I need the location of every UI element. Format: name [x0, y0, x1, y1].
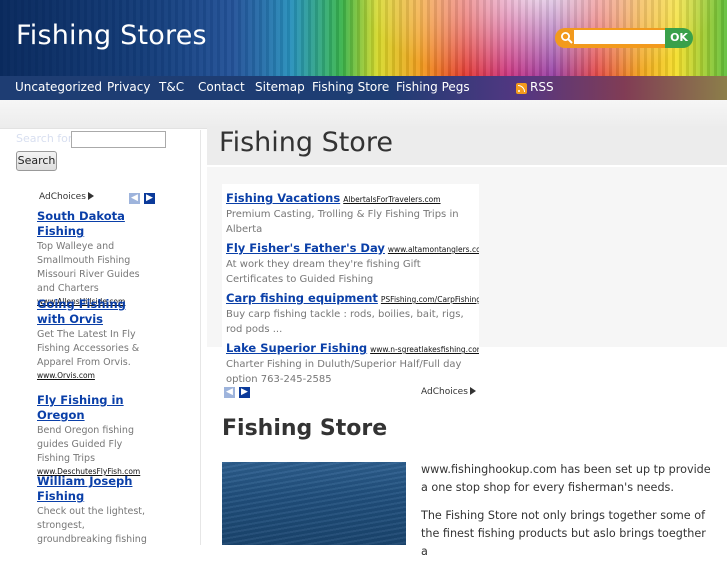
- sidebar-ad-desc: Get The Latest In Fly Fishing Accessorie…: [37, 329, 140, 368]
- nav-item-terms[interactable]: T&C: [159, 80, 184, 94]
- article-title: Fishing Store: [222, 416, 388, 441]
- sidebar-ad-item: Fly Fishing in Oregon Bend Oregon fishin…: [37, 393, 155, 477]
- sidebar-search-input[interactable]: [71, 131, 166, 148]
- nav-rss-link[interactable]: RSS: [530, 80, 554, 94]
- main-ad-title-row: Fly Fisher's Father's Day www.altamontang…: [226, 237, 479, 256]
- main-ad-url[interactable]: www.n-sgreatlakesfishing.com: [370, 345, 479, 354]
- main-ad-url[interactable]: AlbertaIsForTravelers.com: [343, 195, 440, 204]
- header-search-input[interactable]: [574, 30, 666, 44]
- adchoices-link[interactable]: AdChoices: [39, 192, 94, 202]
- main-ad-title-row: Fishing Vacations AlbertaIsForTravelers.c…: [226, 187, 476, 206]
- main-ad-url[interactable]: www.altamontanglers.com: [388, 245, 479, 254]
- main-ad-url[interactable]: PSFishing.com/CarpFishing: [381, 295, 479, 304]
- adchoices-link[interactable]: AdChoices: [421, 387, 476, 397]
- adchoices-icon: [87, 192, 94, 200]
- main-ad-title[interactable]: Lake Superior Fishing: [226, 341, 367, 355]
- rss-icon[interactable]: [516, 83, 527, 94]
- sidebar-ad-title[interactable]: Going Fishing with Orvis: [37, 297, 155, 327]
- main-ad-unit: Fishing Vacations AlbertaIsForTravelers.c…: [222, 184, 479, 398]
- header-bottom-strip: [0, 100, 727, 129]
- sea-image: [222, 462, 406, 545]
- main-ad-desc: Premium Casting, Trolling & Fly Fishing …: [226, 209, 459, 235]
- main-ad-footer: ◀ ▶ AdChoices: [222, 385, 479, 398]
- sidebar-ad-title[interactable]: William Joseph Fishing: [37, 474, 155, 504]
- nav-item-fishing-pegs[interactable]: Fishing Pegs: [396, 80, 470, 94]
- nav-item-privacy[interactable]: Privacy: [107, 80, 150, 94]
- sidebar-divider: [200, 130, 201, 545]
- ad-prev-icon[interactable]: ◀: [224, 387, 235, 398]
- search-ok-button[interactable]: OK: [665, 28, 693, 48]
- ad-prev-icon[interactable]: ◀: [129, 193, 140, 204]
- sidebar-ad-item: William Joseph Fishing Check out the lig…: [37, 474, 155, 545]
- sidebar-ad-desc: Check out the lightest, strongest, groun…: [37, 506, 147, 545]
- main-ad-desc: Buy carp fishing tackle : rods, boilies,…: [226, 309, 464, 335]
- sidebar-ad-desc: Top Walleye and Smallmouth Fishing Misso…: [37, 241, 140, 294]
- main-ad-title-row: Lake Superior Fishing www.n-sgreatlakesfi…: [226, 337, 479, 356]
- page-title: Fishing Store: [219, 127, 393, 158]
- search-icon: [561, 32, 573, 44]
- main-ad-title-row: Carp fishing equipment PSFishing.com/Carp…: [226, 287, 479, 306]
- main-ad-item: Fishing Vacations AlbertaIsForTravelers.c…: [226, 187, 476, 237]
- sidebar-ad-title[interactable]: Fly Fishing in Oregon: [37, 393, 155, 423]
- sidebar-search-button[interactable]: Search: [16, 151, 57, 171]
- site-header: Fishing Stores OK: [0, 0, 727, 76]
- sidebar-ad-item: South Dakota Fishing Top Walleye and Sma…: [37, 209, 155, 307]
- main-ad-title[interactable]: Carp fishing equipment: [226, 291, 378, 305]
- nav-item-uncategorized[interactable]: Uncategorized: [15, 80, 102, 94]
- article-paragraph: www.fishinghookup.com has been set up tp…: [421, 463, 711, 494]
- sidebar-ad-unit: AdChoices ◀ ▶ South Dakota Fishing Top W…: [34, 190, 157, 545]
- site-title[interactable]: Fishing Stores: [16, 20, 207, 51]
- main-ad-item: Fly Fisher's Father's Day www.altamontang…: [226, 237, 479, 287]
- article-paragraph: The Fishing Store not only brings togeth…: [421, 509, 706, 558]
- sidebar-ad-item: Going Fishing with Orvis Get The Latest …: [37, 297, 155, 381]
- adchoices-label: AdChoices: [39, 192, 86, 202]
- nav-item-fishing-store[interactable]: Fishing Store: [312, 80, 389, 94]
- main-ad-item: Carp fishing equipment PSFishing.com/Carp…: [226, 287, 479, 337]
- nav-item-contact[interactable]: Contact: [198, 80, 245, 94]
- adchoices-label: AdChoices: [421, 387, 468, 397]
- sidebar-ad-title[interactable]: South Dakota Fishing: [37, 209, 155, 239]
- ad-next-icon[interactable]: ▶: [239, 387, 250, 398]
- main-ad-item: Lake Superior Fishing www.n-sgreatlakesfi…: [226, 337, 479, 387]
- main-nav: Uncategorized Privacy T&C Contact Sitema…: [0, 76, 727, 100]
- sidebar-ad-url[interactable]: www.Orvis.com: [37, 370, 155, 381]
- main-ad-desc: Charter Fishing in Duluth/Superior Half/…: [226, 359, 462, 385]
- main-ad-desc: At work they dream they're fishing Gift …: [226, 259, 421, 285]
- nav-item-sitemap[interactable]: Sitemap: [255, 80, 305, 94]
- adchoices-icon: [469, 387, 476, 395]
- main-ad-title[interactable]: Fishing Vacations: [226, 191, 340, 205]
- sidebar-search-label: Search for:: [16, 132, 76, 145]
- sidebar-ad-desc: Bend Oregon fishing guides Guided Fly Fi…: [37, 425, 134, 464]
- ad-next-icon[interactable]: ▶: [144, 193, 155, 204]
- sidebar-ad-header: AdChoices ◀ ▶: [34, 190, 157, 205]
- main-ad-title[interactable]: Fly Fisher's Father's Day: [226, 241, 385, 255]
- header-search: OK: [555, 28, 693, 48]
